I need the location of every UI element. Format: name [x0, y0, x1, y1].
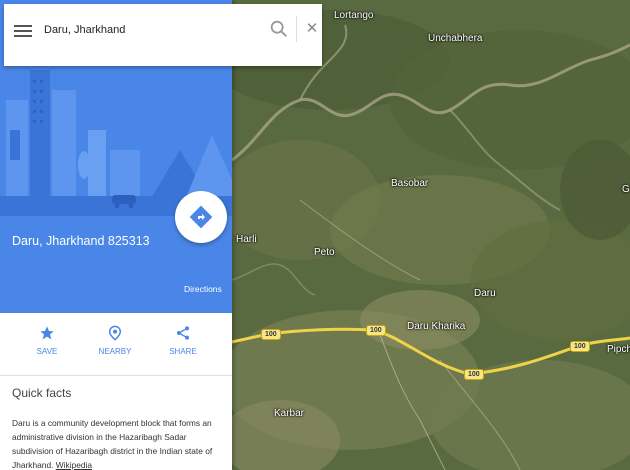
menu-button[interactable] [14, 22, 32, 38]
map-label-karbar[interactable]: Karbar [274, 408, 304, 419]
share-label: SHARE [169, 347, 197, 356]
close-icon: ✕ [305, 20, 319, 37]
hamburger-icon-line [14, 25, 32, 27]
search-divider [296, 16, 297, 42]
hamburger-icon-line [14, 30, 32, 32]
map-label-lortango[interactable]: Lortango [334, 10, 373, 21]
place-header: Daru, Jharkhand 825313 Directions [0, 191, 232, 313]
map-label-daru[interactable]: Daru [474, 288, 496, 299]
search-icon [270, 20, 287, 37]
save-button[interactable]: SAVE [17, 325, 77, 356]
quick-facts-section: Quick facts Daru is a community developm… [0, 376, 232, 470]
search-button[interactable] [268, 18, 290, 40]
place-panel: Daru, Jharkhand 825313 Directions SAVE N… [0, 0, 232, 470]
directions-icon [189, 205, 213, 229]
map-label-basobar[interactable]: Basobar [391, 178, 428, 189]
route-shield: 100 [464, 369, 484, 380]
star-icon [40, 326, 54, 340]
quick-facts-text: Daru is a community development block th… [12, 416, 226, 470]
place-actions: SAVE NEARBY SHARE [0, 313, 232, 376]
directions-label[interactable]: Directions [184, 284, 222, 294]
map-label-peto[interactable]: Peto [314, 247, 335, 258]
route-shield: 100 [570, 341, 590, 352]
save-label: SAVE [36, 347, 58, 356]
map-label-unchabhera[interactable]: Unchabhera [428, 33, 482, 44]
map-label-harli[interactable]: Harli [236, 234, 257, 245]
place-title: Daru, Jharkhand 825313 [12, 234, 150, 248]
share-icon [177, 326, 189, 340]
nearby-label: NEARBY [98, 347, 132, 356]
search-box: ✕ [4, 4, 322, 66]
close-button[interactable]: ✕ [302, 18, 322, 40]
route-shield: 100 [366, 325, 386, 336]
search-input[interactable] [42, 18, 246, 42]
map-label-daru-kharika[interactable]: Daru Kharika [407, 321, 465, 332]
quick-facts-description: Daru is a community development block th… [12, 418, 213, 470]
wikipedia-link[interactable]: Wikipedia [56, 460, 92, 470]
hamburger-icon-line [14, 35, 32, 37]
map-label-pipch[interactable]: Pipch [607, 344, 630, 355]
share-button[interactable]: SHARE [153, 325, 213, 356]
nearby-button[interactable]: NEARBY [85, 325, 145, 356]
quick-facts-heading: Quick facts [12, 386, 72, 400]
location-pin-icon [108, 325, 122, 341]
route-shield: 100 [261, 329, 281, 340]
map-label-g[interactable]: G [622, 184, 630, 195]
directions-button[interactable] [175, 191, 227, 243]
